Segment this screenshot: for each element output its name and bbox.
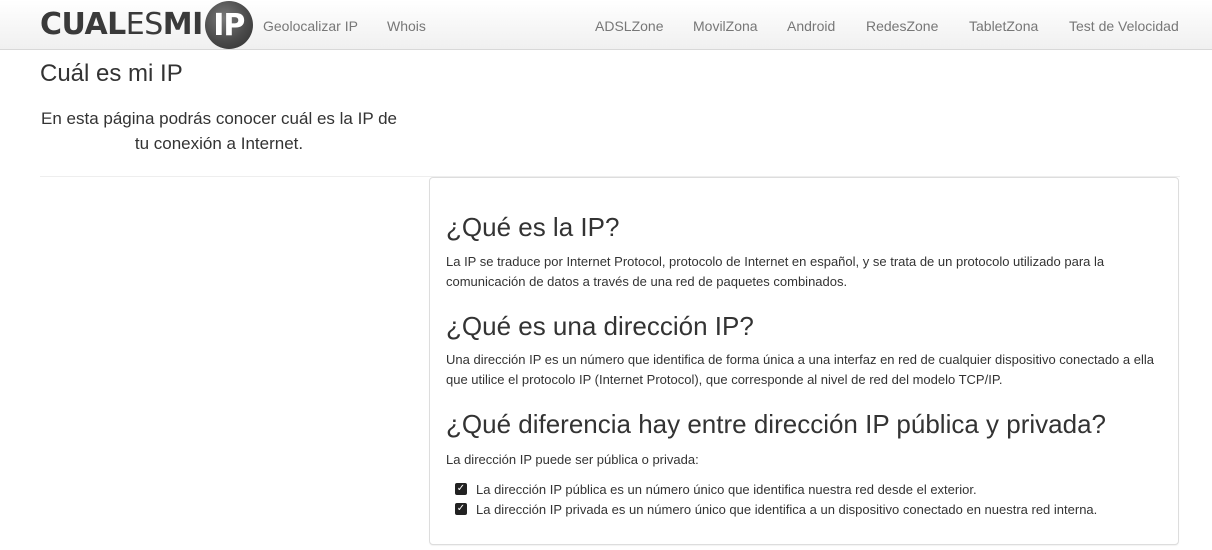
nav-link-adslzone[interactable]: ADSLZone xyxy=(595,17,663,35)
navbar: CUALESMI IP Geolocalizar IP Whois ADSLZo… xyxy=(0,0,1212,50)
section-body-publica-privada: La dirección IP puede ser pública o priv… xyxy=(446,452,699,467)
nav-link-movilzona[interactable]: MovilZona xyxy=(693,17,758,35)
section-heading-direccion-ip: ¿Qué es una dirección IP? xyxy=(446,311,754,341)
intro-text: En esta página podrás conocer cuál es la… xyxy=(41,109,397,153)
list-item: ✓ La dirección IP privada es un número ú… xyxy=(455,499,1097,519)
nav-link-tabletzona[interactable]: TabletZona xyxy=(969,17,1038,35)
nav-link-whois[interactable]: Whois xyxy=(387,17,426,35)
nav-link-redeszone[interactable]: RedesZone xyxy=(866,17,938,35)
section-heading-publica-privada: ¿Qué diferencia hay entre dirección IP p… xyxy=(446,409,1107,439)
brand-wordmark: CUALESMI xyxy=(40,7,203,42)
list-item: ✓ La dirección IP pública es un número ú… xyxy=(455,479,1097,499)
section-body-direccion-ip: Una dirección IP es un número que identi… xyxy=(446,352,1154,387)
nav-link-android[interactable]: Android xyxy=(787,17,835,35)
section-body-que-es-ip: La IP se traduce por Internet Protocol, … xyxy=(446,254,1105,289)
check-square-icon: ✓ xyxy=(455,483,467,495)
brand-ip-badge: IP xyxy=(204,1,253,49)
nav-link-geolocalizar-ip[interactable]: Geolocalizar IP xyxy=(263,17,358,35)
page-title: Cuál es mi IP xyxy=(40,60,183,87)
info-panel: ¿Qué es la IP? La IP se traduce por Inte… xyxy=(429,177,1179,545)
list-item-text: La dirección IP pública es un número úni… xyxy=(476,481,977,497)
list-item-text: La dirección IP privada es un número úni… xyxy=(476,501,1098,517)
check-square-icon: ✓ xyxy=(455,503,467,515)
brand-logo[interactable]: CUALESMI IP xyxy=(40,1,253,49)
ip-type-list: ✓ La dirección IP pública es un número ú… xyxy=(455,479,1097,519)
section-heading-que-es-ip: ¿Qué es la IP? xyxy=(446,212,620,242)
nav-link-test-de-velocidad[interactable]: Test de Velocidad xyxy=(1069,17,1179,35)
